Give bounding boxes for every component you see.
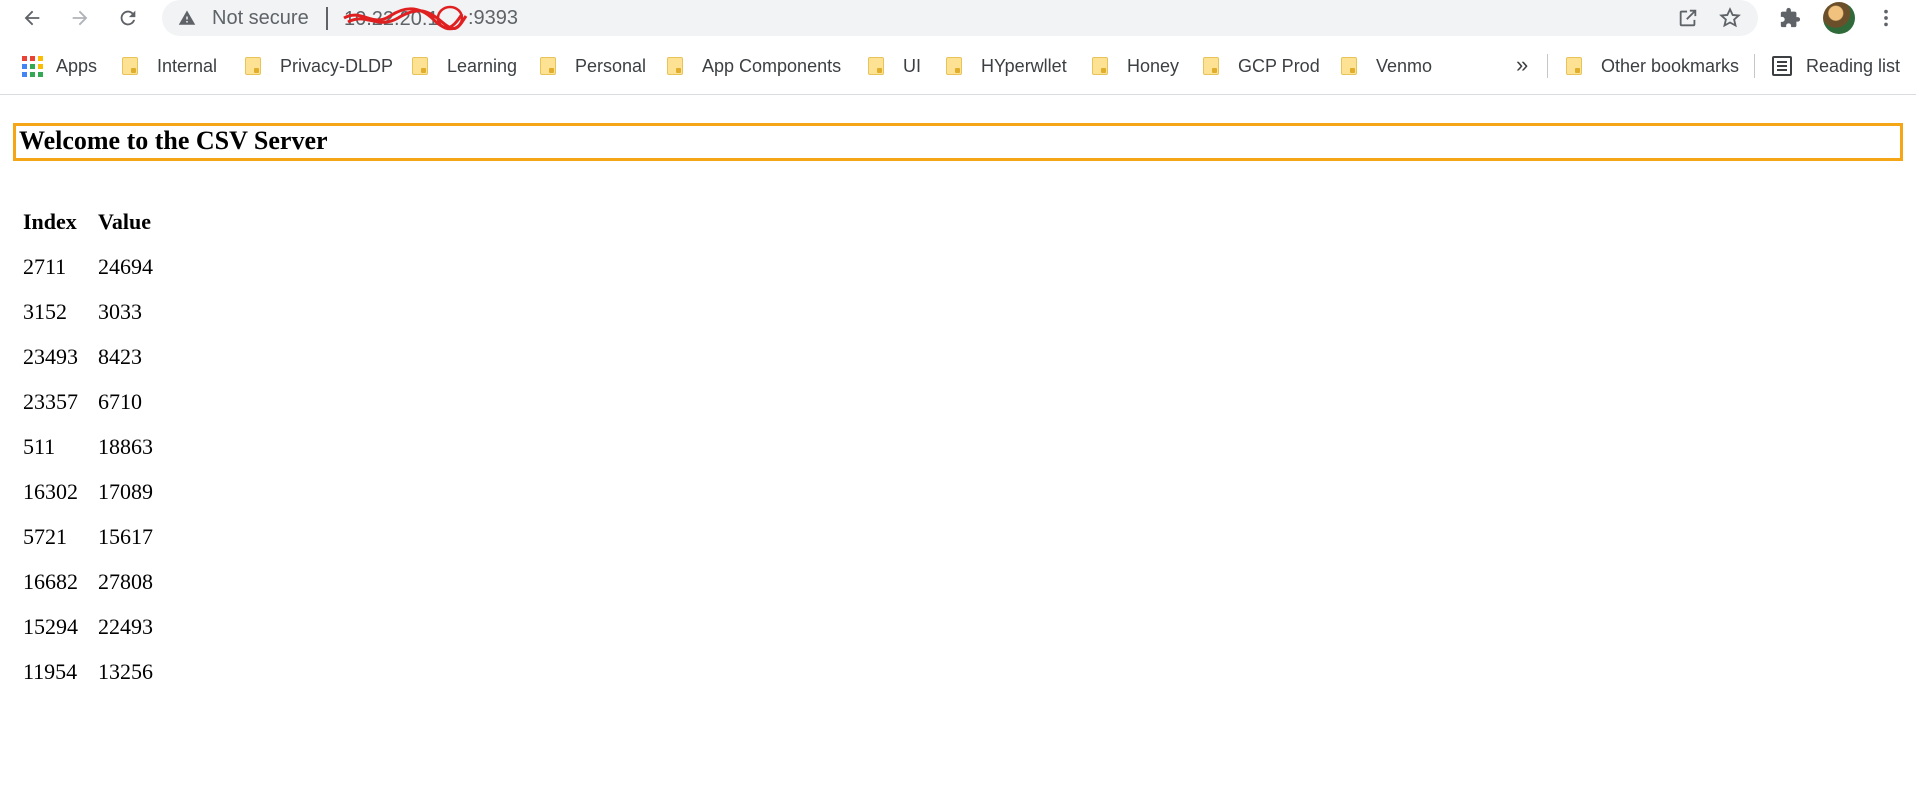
table-row: 15294 22493 bbox=[23, 604, 170, 649]
table-row: 511 18863 bbox=[23, 424, 170, 469]
value-cell: 3033 bbox=[98, 298, 142, 324]
bookmarks-separator bbox=[1547, 54, 1548, 78]
table-header-row: Index Value bbox=[23, 199, 170, 244]
bookmark-app-components[interactable]: App Components bbox=[667, 54, 841, 78]
folder-icon bbox=[667, 57, 683, 75]
folder-icon bbox=[245, 57, 261, 75]
value-cell: 17089 bbox=[98, 478, 153, 504]
value-cell: 22493 bbox=[98, 613, 153, 639]
value-cell: 6710 bbox=[98, 388, 142, 414]
bookmark-gcp-prod[interactable]: GCP Prod bbox=[1203, 54, 1320, 78]
index-cell: 16302 bbox=[23, 478, 78, 504]
bookmark-label: Privacy-DLDP bbox=[280, 55, 394, 76]
folder-icon bbox=[1092, 57, 1108, 75]
index-cell: 15294 bbox=[23, 613, 78, 639]
bookmark-label: Learning bbox=[447, 55, 518, 76]
star-icon[interactable] bbox=[1718, 6, 1742, 30]
bookmark-personal[interactable]: Personal bbox=[540, 54, 646, 78]
bookmarks-separator bbox=[1754, 54, 1755, 78]
value-cell: 15617 bbox=[98, 523, 153, 549]
browser-toolbar: Not secure 10.22.20.1 :9393 bbox=[0, 0, 1916, 36]
folder-icon bbox=[868, 57, 884, 75]
folder-icon bbox=[540, 57, 556, 75]
table-row: 16302 17089 bbox=[23, 469, 170, 514]
bookmark-venmo[interactable]: Venmo bbox=[1341, 54, 1432, 78]
share-icon[interactable] bbox=[1676, 6, 1700, 30]
page-content: Welcome to the CSV Server Index Value 27… bbox=[0, 95, 1916, 796]
more-bookmarks-button[interactable]: » bbox=[1516, 52, 1528, 78]
reading-list-label: Reading list bbox=[1806, 55, 1901, 76]
folder-icon bbox=[1341, 57, 1357, 75]
kebab-menu-icon[interactable] bbox=[1872, 4, 1900, 32]
address-separator bbox=[326, 7, 328, 30]
bookmark-label: UI bbox=[903, 55, 921, 76]
bookmark-learning[interactable]: Learning bbox=[412, 54, 517, 78]
folder-icon bbox=[946, 57, 962, 75]
index-cell: 2711 bbox=[23, 253, 67, 279]
table-row: 23493 8423 bbox=[23, 334, 170, 379]
value-cell: 13256 bbox=[98, 658, 153, 684]
reading-list-button[interactable]: Reading list bbox=[1772, 54, 1900, 78]
value-cell: 24694 bbox=[98, 253, 153, 279]
bookmark-internal[interactable]: Internal bbox=[122, 54, 217, 78]
column-header-value: Value bbox=[98, 208, 151, 234]
forward-arrow-icon[interactable] bbox=[66, 4, 94, 32]
bookmark-label: App Components bbox=[702, 55, 842, 76]
page-heading: Welcome to the CSV Server bbox=[13, 123, 1903, 161]
table-row: 11954 13256 bbox=[23, 649, 170, 694]
index-cell: 23357 bbox=[23, 388, 78, 414]
table-row: 23357 6710 bbox=[23, 379, 170, 424]
bookmark-label: HYperwllet bbox=[981, 55, 1067, 76]
address-bar[interactable]: Not secure 10.22.20.1 :9393 bbox=[162, 0, 1758, 36]
bookmark-ui[interactable]: UI bbox=[868, 54, 921, 78]
value-cell: 27808 bbox=[98, 568, 153, 594]
bookmark-label: Personal bbox=[575, 55, 647, 76]
value-cell: 8423 bbox=[98, 343, 142, 369]
value-cell: 18863 bbox=[98, 433, 153, 459]
csv-table: Index Value 2711 24694 3152 3033 23493 8423… bbox=[20, 199, 173, 694]
security-label[interactable]: Not secure bbox=[212, 7, 309, 30]
profile-avatar[interactable] bbox=[1823, 2, 1855, 34]
bookmark-hyperwllet[interactable]: HYperwllet bbox=[946, 54, 1067, 78]
bookmark-apps[interactable]: Apps bbox=[22, 54, 97, 78]
table-row: 2711 24694 bbox=[23, 244, 170, 289]
reading-list-icon bbox=[1772, 56, 1792, 76]
bookmark-other-bookmarks[interactable]: Other bookmarks bbox=[1566, 54, 1739, 78]
folder-icon bbox=[1203, 57, 1219, 75]
bookmark-label: Honey bbox=[1127, 55, 1180, 76]
folder-icon bbox=[1566, 57, 1582, 75]
folder-icon bbox=[122, 57, 138, 75]
index-cell: 3152 bbox=[23, 298, 67, 324]
column-header-index: Index bbox=[23, 208, 77, 234]
bookmark-label: Apps bbox=[56, 55, 98, 76]
bookmark-honey[interactable]: Honey bbox=[1092, 54, 1179, 78]
bookmarks-bar: Apps Internal Privacy-DLDP Learning Pers… bbox=[0, 46, 1916, 86]
index-cell: 16682 bbox=[23, 568, 78, 594]
warning-icon[interactable] bbox=[178, 9, 196, 27]
bookmark-label: Other bookmarks bbox=[1601, 55, 1740, 76]
table-row: 5721 15617 bbox=[23, 514, 170, 559]
bookmark-privacy-dldp[interactable]: Privacy-DLDP bbox=[245, 54, 393, 78]
apps-grid-icon bbox=[22, 55, 43, 77]
redacted-url-scribble: 10.22.20.1 bbox=[342, 4, 470, 32]
index-cell: 11954 bbox=[23, 658, 78, 684]
back-arrow-icon[interactable] bbox=[18, 4, 46, 32]
index-cell: 5721 bbox=[23, 523, 67, 549]
index-cell: 511 bbox=[23, 433, 56, 459]
bookmark-label: Internal bbox=[157, 55, 218, 76]
folder-icon bbox=[412, 57, 428, 75]
index-cell: 23493 bbox=[23, 343, 78, 369]
reload-icon[interactable] bbox=[114, 4, 142, 32]
bookmark-label: GCP Prod bbox=[1238, 55, 1320, 76]
extensions-icon[interactable] bbox=[1776, 4, 1804, 32]
bookmark-label: Venmo bbox=[1376, 55, 1433, 76]
url-port[interactable]: :9393 bbox=[468, 7, 518, 30]
table-row: 16682 27808 bbox=[23, 559, 170, 604]
table-row: 3152 3033 bbox=[23, 289, 170, 334]
